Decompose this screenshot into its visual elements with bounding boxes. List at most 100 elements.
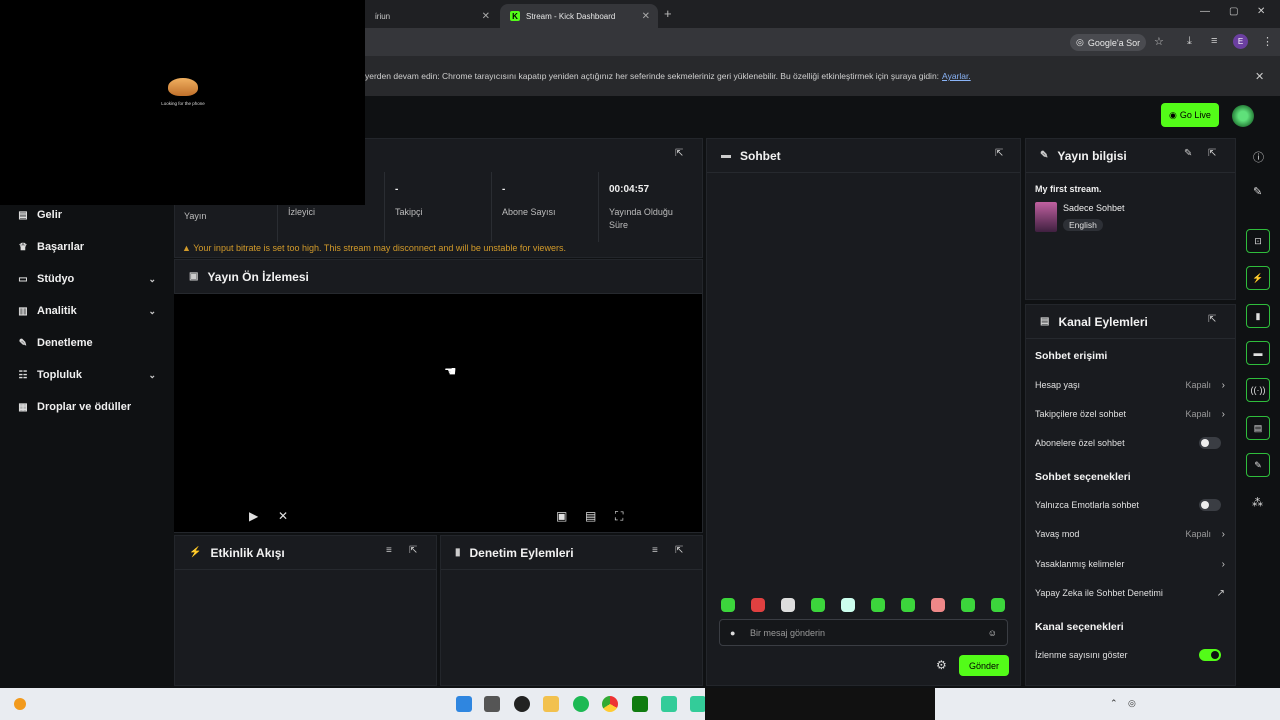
file-explorer-icon[interactable] [543, 696, 559, 712]
download-icon[interactable]: ⤓ [1187, 35, 1192, 48]
popout-icon[interactable]: ⇱ [1208, 314, 1216, 325]
google-ask-button[interactable]: ◎ Google'a Sor [1070, 34, 1147, 51]
app-icon[interactable] [690, 696, 706, 712]
sidebar-item-topluluk[interactable]: ☷ Topluluk ⌄ [16, 359, 166, 391]
setting-account-age[interactable]: Hesap yaşı Kapalı › [1035, 377, 1225, 393]
maximize-icon[interactable]: ▢ [1229, 6, 1238, 17]
emote-icon[interactable] [751, 598, 765, 612]
stream-title: My first stream. [1035, 184, 1102, 194]
setting-banned-words[interactable]: Yasaklanmış kelimeler › [1035, 556, 1225, 572]
emote-only-toggle[interactable] [1199, 499, 1221, 511]
show-viewers-toggle[interactable] [1199, 649, 1221, 661]
spotify-icon[interactable] [573, 696, 589, 712]
emote-icon[interactable] [931, 598, 945, 612]
bookmark-star-icon[interactable]: ☆ [1154, 35, 1164, 48]
filter-icon[interactable]: ≡ [386, 545, 392, 556]
edit-pencil-icon[interactable]: ✎ [1253, 185, 1262, 198]
rail-activity-button[interactable]: ⚡ [1246, 266, 1270, 290]
video-player[interactable] [174, 294, 702, 532]
sidebar-item-studyo[interactable]: ▭ Stüdyo ⌄ [16, 263, 166, 295]
setting-followers-only[interactable]: Takipçilere özel sohbet Kapalı › [1035, 406, 1225, 422]
rail-focus-button[interactable]: ⊡ [1246, 229, 1270, 253]
fullscreen-icon[interactable]: ⛶ [615, 509, 623, 524]
menu-dots-icon[interactable]: ⋮ [1262, 35, 1273, 48]
stat-followers: - Takipçi [385, 172, 492, 242]
chat-message-input[interactable]: ● Bir mesaj gönderin ☺ [719, 619, 1008, 646]
overlay-video-window: Looking for the phone [0, 0, 365, 205]
warning-icon: ▲ [182, 243, 194, 253]
settings-link[interactable]: Ayarlar. [942, 71, 971, 81]
app-icon[interactable] [514, 696, 530, 712]
sidebar-item-basarilar[interactable]: ♛ Başarılar [16, 231, 166, 263]
rail-chat-button[interactable]: ▬ [1246, 341, 1270, 365]
rail-actions-button[interactable]: ▤ [1246, 416, 1270, 440]
tray-icon[interactable]: ◎ [1128, 698, 1136, 709]
sidebar-item-droplar[interactable]: ▦ Droplar ve ödüller [16, 391, 166, 423]
play-icon[interactable]: ▶ [249, 509, 258, 523]
task-view-icon[interactable] [484, 696, 500, 712]
emote-icon[interactable] [871, 598, 885, 612]
emote-icon[interactable] [991, 598, 1005, 612]
emote-icon[interactable] [841, 598, 855, 612]
rail-settings-button[interactable]: ✎ [1246, 453, 1270, 477]
money-icon: ▤ [18, 209, 28, 221]
community-icon: ☷ [18, 369, 28, 381]
app-icon[interactable] [661, 696, 677, 712]
popout-icon[interactable]: ⇱ [675, 545, 683, 556]
sidebar-item-denetleme[interactable]: ✎ Denetleme [16, 327, 166, 359]
minimize-icon[interactable]: — [1200, 6, 1210, 17]
emote-icon[interactable] [781, 598, 795, 612]
popout-icon[interactable]: ⇱ [1208, 148, 1216, 159]
gear-icon[interactable]: ⚙ [936, 658, 947, 672]
add-widget-icon[interactable]: ⁂ [1252, 496, 1263, 509]
windows-start-icon[interactable] [456, 696, 472, 712]
panel-title: Denetim Eylemleri [469, 545, 574, 560]
emote-icon[interactable] [901, 598, 915, 612]
wrench-icon: ✎ [1254, 459, 1262, 470]
tray-chevron-icon[interactable]: ⌃ [1110, 698, 1118, 709]
stat-value: - [395, 184, 399, 195]
profile-avatar[interactable]: E [1233, 34, 1248, 49]
weather-icon[interactable] [14, 698, 26, 710]
setting-value: Kapalı [1185, 529, 1211, 539]
popout-icon[interactable]: ⇱ [675, 148, 683, 159]
send-button[interactable]: Gönder [959, 655, 1009, 676]
setting-slow-mode[interactable]: Yavaş mod Kapalı › [1035, 526, 1225, 542]
go-live-button[interactable]: ◉ Go Live [1161, 103, 1219, 127]
panel-header: ▣ Yayın Ön İzlemesi [175, 260, 702, 294]
rail-broadcast-button[interactable]: ((·)) [1246, 378, 1270, 402]
subs-only-toggle[interactable] [1199, 437, 1221, 449]
chat-identity-icon[interactable]: ● [730, 628, 735, 638]
category-thumbnail [1035, 202, 1057, 232]
emote-icon[interactable] [961, 598, 975, 612]
media-icon[interactable]: ≡ [1211, 35, 1217, 47]
chrome-icon[interactable] [602, 696, 618, 712]
sidebar-item-analitik[interactable]: ▥ Analitik ⌄ [16, 295, 166, 327]
popout-icon[interactable]: ⇱ [995, 148, 1003, 159]
category-name[interactable]: Sadece Sohbet [1063, 203, 1125, 213]
popout-icon[interactable]: ⇱ [409, 545, 417, 556]
setting-ai-moderation[interactable]: Yapay Zeka ile Sohbet Denetimi ↗ [1035, 585, 1225, 601]
info-icon[interactable]: ⓘ [1253, 149, 1264, 165]
emote-icon[interactable] [721, 598, 735, 612]
close-infobar-icon[interactable]: ✕ [1255, 70, 1264, 83]
theater-icon[interactable]: ▤ [585, 509, 596, 523]
xbox-icon[interactable] [632, 696, 648, 712]
studio-icon: ▭ [18, 273, 28, 285]
pip-icon[interactable]: ▣ [556, 509, 567, 523]
filter-icon[interactable]: ≡ [652, 545, 658, 556]
browser-tab-active[interactable]: K Stream - Kick Dashboard ✕ [500, 4, 658, 28]
clipboard-icon: ▮ [1255, 310, 1261, 321]
edit-pencil-icon[interactable]: ✎ [1184, 148, 1192, 159]
user-avatar[interactable] [1232, 105, 1254, 127]
new-tab-icon[interactable]: + [664, 6, 672, 21]
emote-icon[interactable] [811, 598, 825, 612]
section-chat-options: Sohbet seçenekleri [1035, 471, 1131, 483]
close-tab-icon[interactable]: ✕ [642, 11, 650, 22]
browser-tab[interactable]: ίriun ✕ [365, 4, 498, 28]
close-window-icon[interactable]: ✕ [1257, 6, 1265, 17]
mute-icon[interactable]: ✕ [278, 509, 288, 523]
emoji-icon[interactable]: ☺ [988, 628, 997, 638]
rail-moderation-button[interactable]: ▮ [1246, 304, 1270, 328]
close-tab-icon[interactable]: ✕ [482, 11, 490, 22]
